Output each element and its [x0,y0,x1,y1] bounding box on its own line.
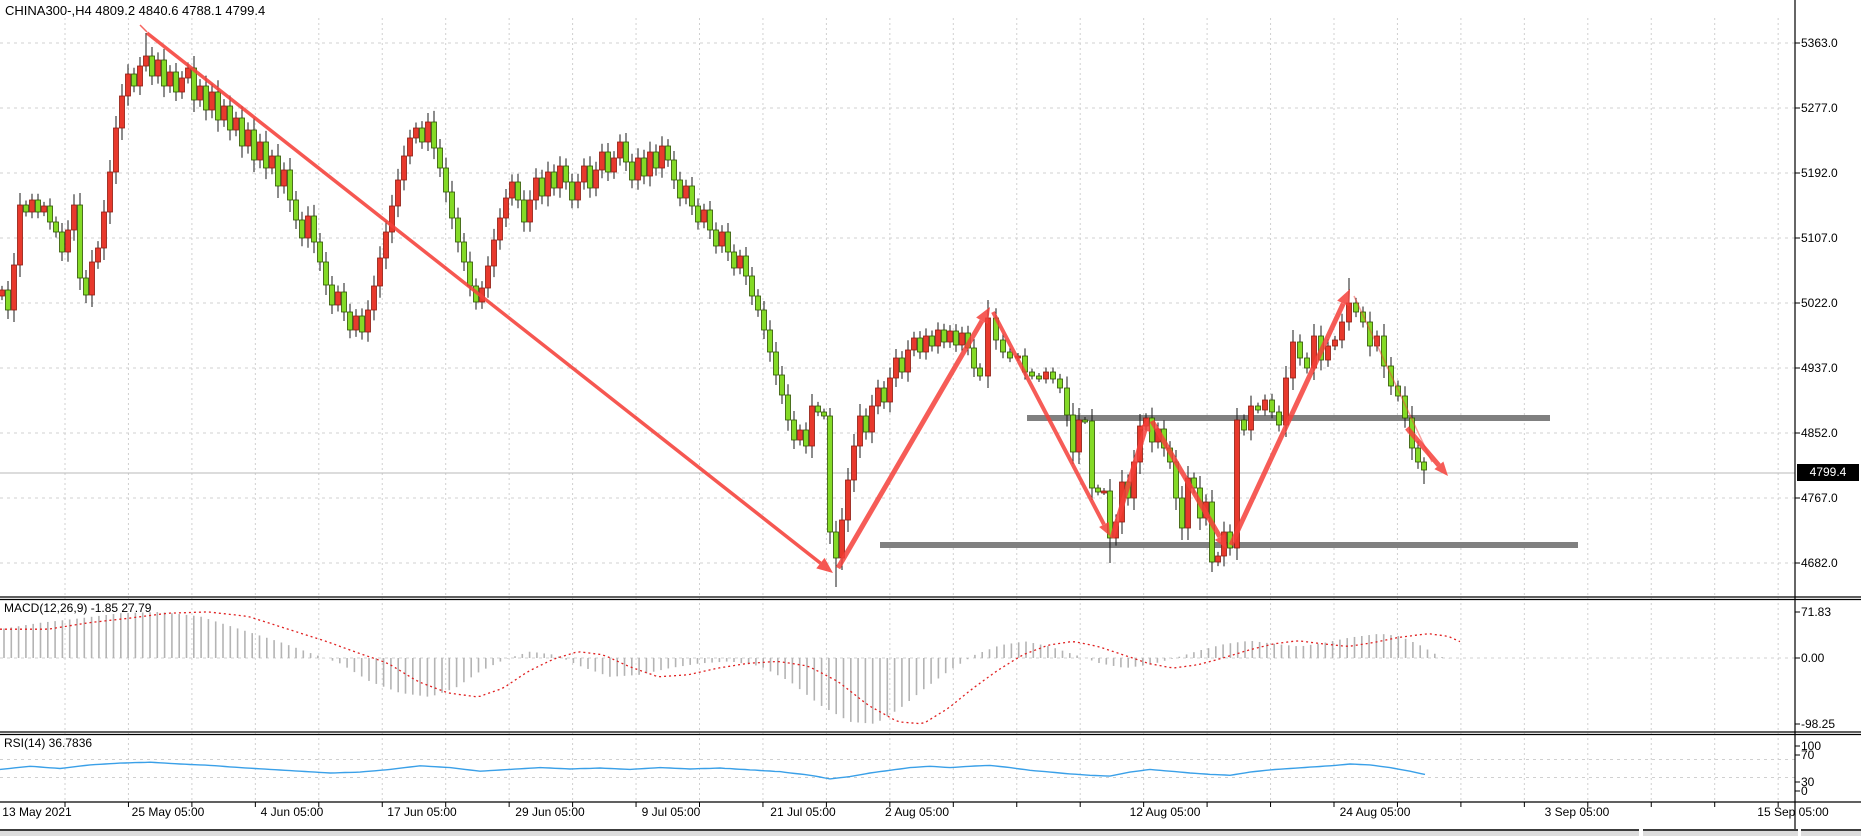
time-axis-label: 21 Jul 05:00 [770,805,835,819]
macd-indicator-label: MACD(12,26,9) -1.85 27.79 [4,601,151,615]
trading-terminal-chart-window: CHINA300-,H4 4809.2 4840.6 4788.1 4799.4… [0,0,1861,836]
time-axis-label: 12 Aug 05:00 [1130,805,1201,819]
time-axis-label: 17 Jun 05:00 [387,805,456,819]
macd-scale-label: 0.00 [1801,651,1824,665]
time-axis-label: 2 Aug 05:00 [885,805,949,819]
chart-title-symbol-ohlc: CHINA300-,H4 4809.2 4840.6 4788.1 4799.4 [5,4,265,18]
rsi-indicator-label: RSI(14) 36.7836 [4,736,92,750]
chart-canvas[interactable] [0,0,1861,836]
time-axis-label: 4 Jun 05:00 [261,805,324,819]
bottom-tab-segment[interactable] [0,829,1639,836]
price-axis-label: 5022.0 [1801,296,1838,310]
macd-scale-label: -98.25 [1801,717,1835,731]
price-axis-label: 5277.0 [1801,101,1838,115]
time-axis-label: 15 Sep 05:00 [1757,805,1828,819]
price-axis-label: 5107.0 [1801,231,1838,245]
time-axis-label: 24 Aug 05:00 [1340,805,1411,819]
time-axis-label: 9 Jul 05:00 [642,805,701,819]
current-price-badge: 4799.4 [1797,464,1859,481]
rsi-scale-label: 70 [1801,748,1814,762]
time-axis-label: 3 Sep 05:00 [1545,805,1610,819]
macd-scale-label: 71.83 [1801,605,1831,619]
price-axis-label: 4682.0 [1801,556,1838,570]
bottom-tab-segment[interactable] [1643,829,1798,836]
price-axis-label: 4852.0 [1801,426,1838,440]
time-axis-label: 29 Jun 05:00 [515,805,584,819]
price-axis-label: 4937.0 [1801,361,1838,375]
price-axis-label: 5192.0 [1801,166,1838,180]
bottom-tab-segment[interactable] [1801,829,1861,836]
price-axis-label: 5363.0 [1801,36,1838,50]
time-axis-label: 13 May 2021 [2,805,71,819]
price-axis-label: 4767.0 [1801,491,1838,505]
time-axis-label: 25 May 05:00 [132,805,205,819]
rsi-scale-label: 0 [1801,784,1808,798]
